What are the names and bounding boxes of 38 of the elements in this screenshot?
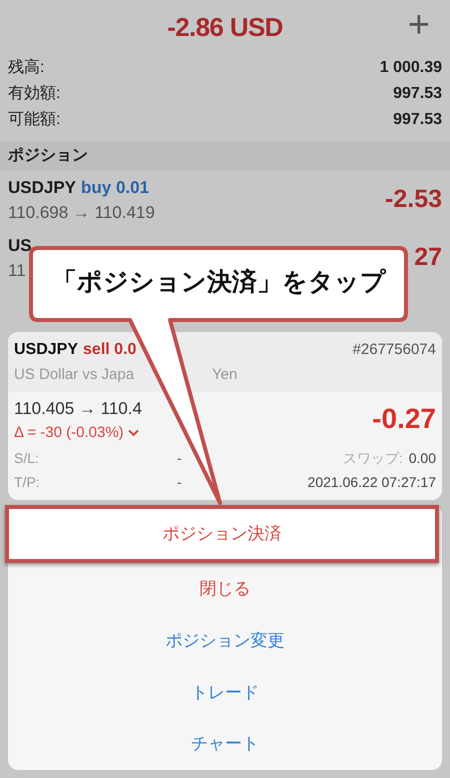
summary-label: 残高: [8,58,44,78]
chevron-down-icon[interactable] [128,428,139,437]
summary-value: 997.53 [393,110,442,130]
ticket-number: #267756074 [352,340,436,360]
instrument-description: Yen [212,365,238,385]
summary-label: 可能額: [8,110,60,130]
menu-item[interactable]: チャート [8,718,442,770]
field-value: - [177,472,182,492]
position-symbol: USDJPY [8,176,76,198]
add-button[interactable]: + [408,6,430,44]
section-title: ポジション [8,146,88,166]
card-order: sell 0.0 [83,340,136,360]
balance-total: -2.86 USD [167,11,283,44]
summary-value: 997.53 [393,84,442,104]
menu-item[interactable]: ポジション決済 [5,505,439,563]
summary-value: 1 000.39 [380,58,442,78]
card-profit: -0.27 [372,402,436,436]
field-value: 2021.06.22 07:27:17 [308,472,436,492]
position-prices: 110.698 → 110.419 [8,202,155,224]
field-label: T/P: [14,472,41,492]
position-profit: 27 [414,242,442,274]
field-label: スワップ: [342,448,403,468]
card-prices: 110.405 → 110.4 [14,398,142,420]
instrument-description: US Dollar vs Japa [14,365,134,385]
position-symbol: US [8,234,32,256]
callout-text: 「ポジション決済」をタップ [51,267,388,298]
position-profit: -2.53 [385,184,442,216]
field-value: - [177,448,182,468]
menu-item[interactable]: トレード [8,666,442,718]
position-order: buy 0.01 [81,176,150,198]
field-value: 0.00 [408,448,436,468]
summary-label: 有効額: [8,84,60,104]
field-label: S/L: [14,448,40,468]
menu-item[interactable]: ポジション変更 [8,614,442,666]
position-prices: 11 [8,260,27,282]
card-symbol: USDJPY [14,340,78,360]
price-delta: Δ = -30 (-0.03%) [14,422,124,442]
menu-item[interactable]: 閉じる [8,562,442,615]
